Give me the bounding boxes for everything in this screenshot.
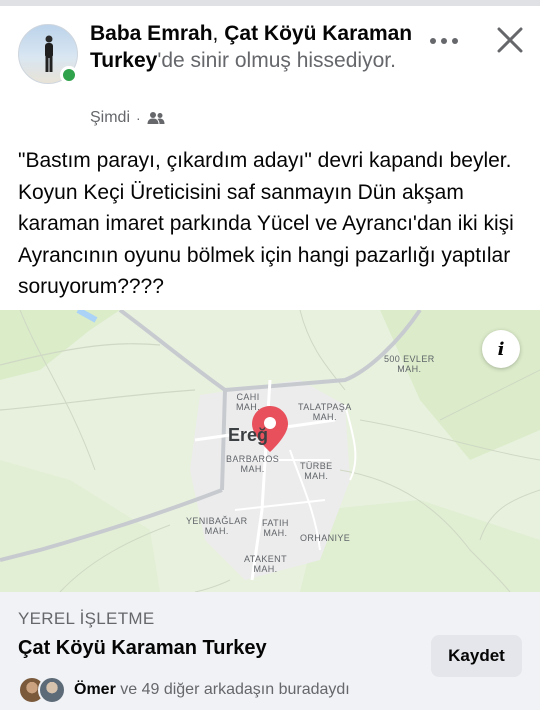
map-label-fatih: FATIH MAH. [262,518,289,538]
author-name-link[interactable]: Baba Emrah [90,22,213,45]
close-button[interactable] [490,22,530,58]
post-timestamp[interactable]: Şimdi [90,109,130,127]
save-button[interactable]: Kaydet [431,635,522,677]
close-icon [497,27,523,53]
map-label-cahi: CAHI MAH. [236,392,261,412]
friend-name[interactable]: Ömer [74,681,116,698]
map-label-turbe: TÜRBE MAH. [300,461,333,481]
online-status-dot [60,66,78,84]
map-label-talatpasa: TALATPAŞA MAH. [298,402,352,422]
friends-visited-text: Ömer ve 49 diğer arkadaşın buradaydı [74,681,350,699]
friends-audience-icon[interactable] [147,111,165,125]
post-title: Baba Emrah, Çat Köyü Karaman Turkey'de s… [90,20,420,74]
post-header: Baba Emrah, Çat Köyü Karaman Turkey'de s… [0,6,540,136]
place-title[interactable]: Çat Köyü Karaman Turkey [18,637,267,660]
feeling-text: 'de sinir olmuş hissediyor. [157,49,396,72]
place-category: YEREL İŞLETME [18,609,155,628]
friend-avatar [38,676,66,704]
location-map[interactable]: Ereğ 500 EVLER MAH. CAHI MAH. TALATPAŞA … [0,310,540,592]
map-label-yenibaglar: YENIBAĞLAR MAH. [186,516,248,536]
post-body-text: "Bastım parayı, çıkardım adayı" devri ka… [18,149,514,298]
title-separator: , [212,22,219,45]
map-label-barbaros: BARBAROS MAH. [226,454,280,474]
info-icon: i [497,338,505,360]
more-horizontal-icon [430,38,458,44]
map-info-button[interactable]: i [482,330,520,368]
more-options-button[interactable] [426,26,462,56]
map-roads [0,310,540,592]
meta-dot: · [136,110,141,126]
map-label-orhaniye: ORHANIYE [300,533,351,543]
friends-visited-rest: ve 49 diğer arkadaşın buradaydı [115,681,350,698]
friends-visited-row[interactable]: Ömer ve 49 diğer arkadaşın buradaydı [18,675,350,705]
map-label-500-evler: 500 EVLER MAH. [384,354,435,374]
map-city-label: Ereğ [228,425,269,445]
place-card[interactable]: YEREL İŞLETME Çat Köyü Karaman Turkey Ka… [0,592,540,710]
post-meta: Şimdi · [90,109,165,127]
map-label-atakent: ATAKENT MAH. [244,554,287,574]
person-figure-icon [45,35,53,72]
